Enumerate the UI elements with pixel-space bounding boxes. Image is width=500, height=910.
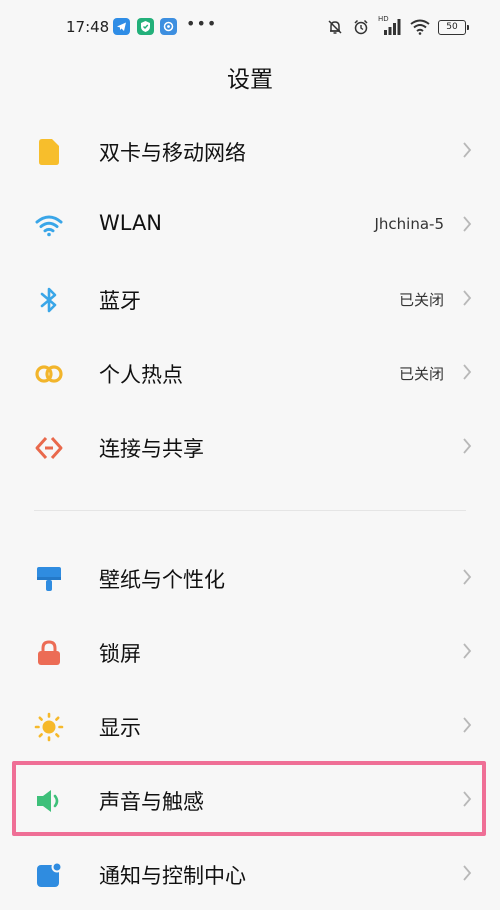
notification-icon [34,860,64,890]
more-notifications-icon: ••• [186,14,218,33]
signal-app-icon [160,18,177,35]
settings-item-label: 通知与控制中心 [99,864,246,888]
chevron-right-icon [463,290,472,306]
status-bar: 17:48 ••• HD 50 [0,0,500,56]
page-title: 设置 [227,67,273,93]
settings-item-value: 已关闭 [398,365,444,383]
bluetooth-icon [34,285,64,315]
settings-item-display[interactable]: 显示 [0,688,500,762]
wallpaper-icon [34,564,64,594]
chevron-right-icon [463,569,472,585]
telegram-app-icon [113,18,130,35]
settings-item-label: 壁纸与个性化 [99,568,225,592]
status-indicators: HD 50 [326,15,469,38]
chevron-right-icon [463,643,472,659]
alarm-icon [354,19,368,35]
settings-item-value: Jhchina-5 [374,215,444,233]
sim-card-icon [34,137,64,167]
mute-bell-icon [328,20,342,34]
battery-indicator: 50 [438,19,469,35]
settings-item-bluetooth[interactable]: 蓝牙 已关闭 [0,261,500,335]
hotspot-icon [34,359,64,389]
section-divider [34,510,466,511]
settings-item-label: 显示 [99,716,141,740]
chevron-right-icon [463,216,472,232]
settings-item-lock-screen[interactable]: 锁屏 [0,614,500,688]
status-time: 17:48 [66,18,110,36]
chevron-right-icon [463,142,472,158]
settings-item-hotspot[interactable]: 个人热点 已关闭 [0,335,500,409]
shield-app-icon [137,18,154,35]
brightness-icon [34,712,64,742]
lock-icon [34,638,64,668]
highlight-frame [12,761,486,836]
settings-item-wlan[interactable]: WLAN Jhchina-5 [0,187,500,261]
wifi-icon [34,211,64,241]
settings-item-value: 已关闭 [398,291,444,309]
settings-item-label: 连接与共享 [99,437,204,461]
settings-item-dual-sim[interactable]: 双卡与移动网络 [0,113,500,187]
settings-item-notifications[interactable]: 通知与控制中心 [0,836,500,910]
settings-item-label: 锁屏 [99,642,141,666]
settings-item-connection-share[interactable]: 连接与共享 [0,409,500,483]
settings-item-label: 蓝牙 [99,289,141,313]
chevron-right-icon [463,364,472,380]
chevron-right-icon [463,438,472,454]
connection-share-icon [34,433,64,463]
chevron-right-icon [463,865,472,881]
settings-item-label: 双卡与移动网络 [99,141,246,165]
hd-signal-icon: HD [378,15,402,36]
chevron-right-icon [463,717,472,733]
wifi-status-icon [410,19,430,35]
settings-item-label: WLAN [99,211,163,235]
settings-item-label: 个人热点 [99,363,183,387]
settings-item-wallpaper[interactable]: 壁纸与个性化 [0,540,500,614]
